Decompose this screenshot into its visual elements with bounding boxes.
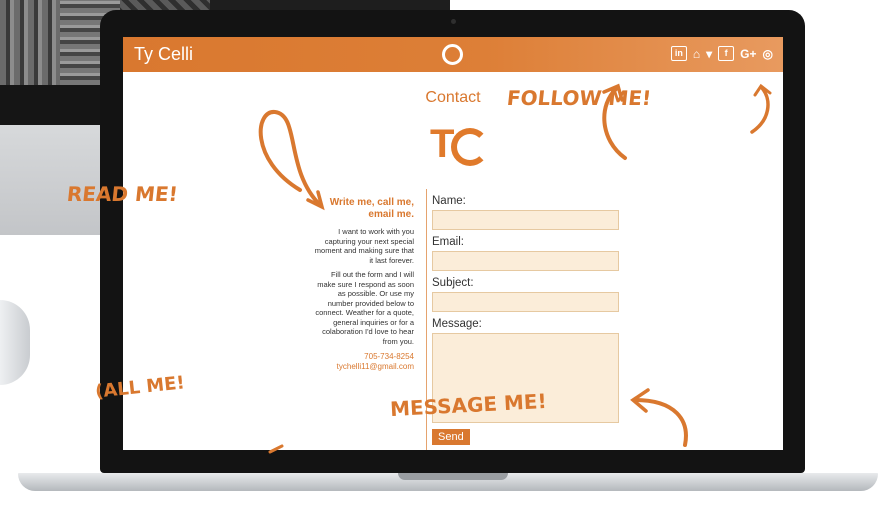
read-arrow-icon xyxy=(258,110,322,207)
call-arrow-icon xyxy=(268,444,284,454)
annotation-arrows xyxy=(258,83,772,454)
